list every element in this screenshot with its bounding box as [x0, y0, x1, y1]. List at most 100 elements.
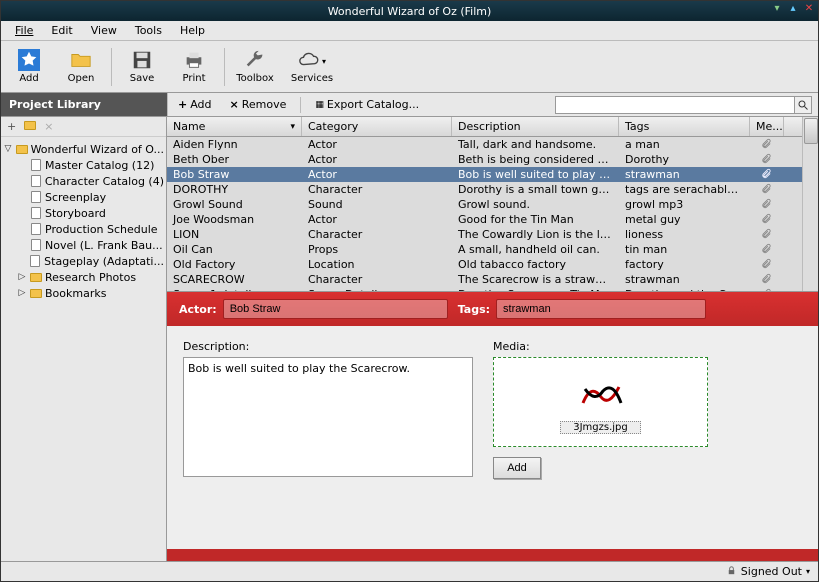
tree-add-button[interactable]: + [7, 120, 16, 133]
cell-desc: Old tabacco factory [452, 258, 619, 271]
close-icon[interactable]: ✕ [804, 4, 814, 14]
services-button[interactable]: ▾ Services [283, 44, 341, 90]
cell-tags: Dorothy [619, 153, 750, 166]
expand-icon[interactable]: ▷ [17, 288, 27, 298]
tree-item[interactable]: ▷Bookmarks [3, 285, 164, 301]
scrollbar[interactable] [802, 117, 818, 291]
doc-icon [29, 174, 43, 188]
paperclip-icon [750, 273, 784, 287]
tree-item[interactable]: Production Schedule [3, 221, 164, 237]
menu-edit[interactable]: Edit [43, 22, 80, 39]
media-filename[interactable]: 3Jmgzs.jpg [560, 421, 641, 434]
media-add-button[interactable]: Add [493, 457, 541, 479]
tree-item-label: Production Schedule [45, 223, 158, 236]
media-label: Media: [493, 340, 708, 353]
menu-tools[interactable]: Tools [127, 22, 170, 39]
tree-item[interactable]: Stageplay (Adaptati... [3, 253, 164, 269]
add-button[interactable]: Add [5, 44, 53, 90]
tree-item-label: Wonderful Wizard of O... [31, 143, 164, 156]
paperclip-icon [750, 228, 784, 242]
print-button[interactable]: Print [170, 44, 218, 90]
paperclip-icon [750, 138, 784, 152]
window-title: Wonderful Wizard of Oz (Film) [328, 5, 492, 18]
menu-view[interactable]: View [83, 22, 125, 39]
tags-input[interactable] [496, 299, 706, 319]
tree-item[interactable]: Character Catalog (4) [3, 173, 164, 189]
paperclip-icon [750, 198, 784, 212]
sidebar: + × ▽ Wonderful Wizard of O...Master Cata… [1, 117, 167, 561]
tree-item[interactable]: Screenplay [3, 189, 164, 205]
col-media[interactable]: Me... [750, 117, 784, 136]
table-row[interactable]: SCARECROWCharacterThe Scarecrow is a str… [167, 272, 802, 287]
tree-remove-button[interactable]: × [44, 120, 53, 133]
search-icon[interactable] [794, 96, 812, 114]
chevron-down-icon[interactable]: ▾ [806, 567, 810, 576]
menu-file[interactable]: File [7, 22, 41, 39]
expand-icon[interactable]: ▷ [17, 272, 27, 282]
save-button[interactable]: Save [118, 44, 166, 90]
col-category[interactable]: Category [302, 117, 452, 136]
expand-icon[interactable]: ▽ [3, 144, 13, 154]
open-button[interactable]: Open [57, 44, 105, 90]
cell-cat: Character [302, 273, 452, 286]
doc-icon [29, 190, 43, 204]
table-row[interactable]: Aiden FlynnActorTall, dark and handsome.… [167, 137, 802, 152]
cell-desc: Growl sound. [452, 198, 619, 211]
tags-label: Tags: [458, 303, 490, 316]
cell-desc: Beth is being considered for th... [452, 153, 619, 166]
doc-icon [29, 206, 43, 220]
folder-icon[interactable] [24, 120, 36, 133]
actor-input[interactable] [223, 299, 448, 319]
panel-title: Project Library [1, 93, 167, 116]
table-row[interactable]: DOROTHYCharacterDorothy is a small town … [167, 182, 802, 197]
tree-item-label: Storyboard [45, 207, 106, 220]
cell-desc: Dorothy is a small town girl fro... [452, 183, 619, 196]
table-row[interactable]: LIONCharacterThe Cowardly Lion is the la… [167, 227, 802, 242]
export-catalog-button[interactable]: ▦Export Catalog... [311, 98, 423, 111]
cell-tags: factory [619, 258, 750, 271]
media-dropzone[interactable]: 3Jmgzs.jpg [493, 357, 708, 447]
description-textarea[interactable] [183, 357, 473, 477]
separator [111, 48, 112, 86]
table-row[interactable]: Oil CanPropsA small, handheld oil can.ti… [167, 242, 802, 257]
table-row[interactable]: Joe WoodsmanActorGood for the Tin Manmet… [167, 212, 802, 227]
folder-icon [70, 49, 92, 71]
col-name[interactable]: Name [167, 117, 302, 136]
cell-tags: tags are serachable via t... [619, 183, 750, 196]
cell-desc: Good for the Tin Man [452, 213, 619, 226]
disk-icon [131, 49, 153, 71]
catalog-remove-button[interactable]: ×Remove [226, 98, 291, 111]
tree-item[interactable]: Master Catalog (12) [3, 157, 164, 173]
toolbox-button[interactable]: Toolbox [231, 44, 279, 90]
minimize-icon[interactable]: ▾ [772, 4, 782, 14]
table-row[interactable]: Beth OberActorBeth is being considered f… [167, 152, 802, 167]
actor-label: Actor: [179, 303, 217, 316]
tree-item[interactable]: ▽ Wonderful Wizard of O... [3, 141, 164, 157]
col-tags[interactable]: Tags [619, 117, 750, 136]
table-row[interactable]: Bob StrawActorBob is well suited to play… [167, 167, 802, 182]
menu-help[interactable]: Help [172, 22, 213, 39]
tree-item[interactable]: Novel (L. Frank Bau... [3, 237, 164, 253]
search-input[interactable] [555, 96, 795, 114]
cell-desc: The Cowardly Lion is the last of ... [452, 228, 619, 241]
catalog-table: Name Category Description Tags Me... Aid… [167, 117, 802, 291]
col-description[interactable]: Description [452, 117, 619, 136]
cell-name: Growl Sound [167, 198, 302, 211]
paperclip-icon [750, 183, 784, 197]
maximize-icon[interactable]: ▴ [788, 4, 798, 14]
cell-name: Beth Ober [167, 153, 302, 166]
chevron-down-icon: ▾ [322, 57, 326, 66]
status-text: Signed Out [741, 565, 802, 578]
scroll-thumb[interactable] [804, 118, 818, 144]
catalog-add-button[interactable]: +Add [174, 98, 216, 111]
table-row[interactable]: Scene 1 detailsScene DetailsDorothy. Sca… [167, 287, 802, 291]
paperclip-icon [750, 243, 784, 257]
cell-cat: Actor [302, 168, 452, 181]
project-tree[interactable]: ▽ Wonderful Wizard of O...Master Catalog … [1, 137, 166, 561]
media-thumbnail[interactable] [571, 371, 631, 419]
table-row[interactable]: Growl SoundSoundGrowl sound.growl mp3 [167, 197, 802, 212]
doc-icon [29, 238, 43, 252]
tree-item[interactable]: ▷Research Photos [3, 269, 164, 285]
table-row[interactable]: Old FactoryLocationOld tabacco factoryfa… [167, 257, 802, 272]
tree-item[interactable]: Storyboard [3, 205, 164, 221]
